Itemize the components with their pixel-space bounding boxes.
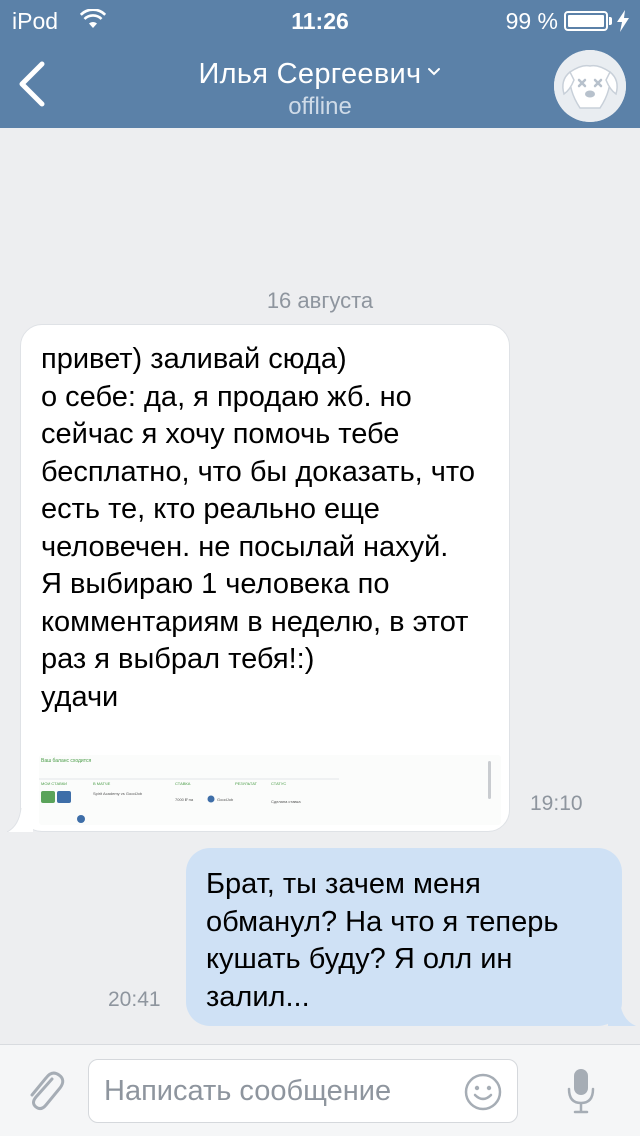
contact-status: offline (288, 93, 352, 120)
attached-image-preview[interactable]: Ваш баланс сходится МОИ СТАВКИ В МАТЧЕ С… (39, 755, 501, 825)
preview-match: Spirit Academy vs GoodJob (93, 791, 143, 796)
preview-banner: Ваш баланс сходится (41, 758, 91, 764)
contact-name: Илья Сергеевич (198, 58, 422, 90)
microphone-icon[interactable] (566, 1067, 596, 1115)
preview-col-5: СТАТУС (271, 781, 286, 786)
conversation-title-button[interactable]: Илья Сергеевич offline (120, 58, 520, 121)
dog-avatar-icon (554, 50, 626, 122)
preview-team: GoodJob (217, 797, 234, 802)
bubble-tail (7, 808, 33, 832)
preview-col-4: РЕЗУЛЬТАТ (235, 781, 258, 786)
message-text: Брат, ты зачем меня обманул? На что я те… (206, 868, 559, 1013)
date-separator: 16 августа (266, 288, 374, 313)
bubble-tail (608, 1002, 636, 1026)
composer-bar: Написать сообщение (0, 1044, 640, 1136)
preview-stake: 7000 ₽ на (175, 797, 194, 802)
smiley-icon[interactable] (464, 1073, 502, 1111)
message-list[interactable]: 16 августа привет) заливай сюда) о себе:… (0, 128, 640, 1044)
preview-status: Сделана ставка (271, 799, 301, 804)
status-bar: iPod 11:26 99 % (0, 0, 640, 40)
battery-percent: 99 % (505, 8, 558, 34)
message-timestamp: 20:41 (108, 988, 161, 1011)
outgoing-message-bubble[interactable]: Брат, ты зачем меня обманул? На что я те… (186, 848, 636, 1026)
preview-col-2: В МАТЧЕ (93, 781, 111, 786)
preview-col-1: МОИ СТАВКИ (41, 781, 67, 786)
message-text: привет) заливай сюда) о себе: да, я прод… (41, 343, 475, 713)
avatar[interactable] (554, 50, 626, 122)
message-timestamp: 19:10 (530, 792, 583, 815)
charging-bolt-icon (617, 10, 629, 32)
battery-icon (564, 11, 608, 31)
chat-header: iPod 11:26 99 % Илья Сергеевич offline (0, 0, 640, 128)
paperclip-icon[interactable] (22, 1067, 66, 1115)
back-chevron-icon[interactable] (14, 60, 50, 108)
preview-scrollbar (488, 761, 491, 799)
chevron-down-icon (428, 68, 441, 76)
battery-cap (609, 17, 612, 25)
message-input[interactable] (88, 1059, 518, 1123)
incoming-message-bubble[interactable]: привет) заливай сюда) о себе: да, я прод… (7, 324, 510, 832)
contact-name-row: Илья Сергеевич (120, 58, 520, 91)
preview-col-3: СТАВКА (175, 781, 191, 786)
bet-screenshot-thumbnail: Ваш баланс сходится МОИ СТАВКИ В МАТЧЕ С… (39, 758, 339, 823)
battery-level (568, 15, 604, 27)
